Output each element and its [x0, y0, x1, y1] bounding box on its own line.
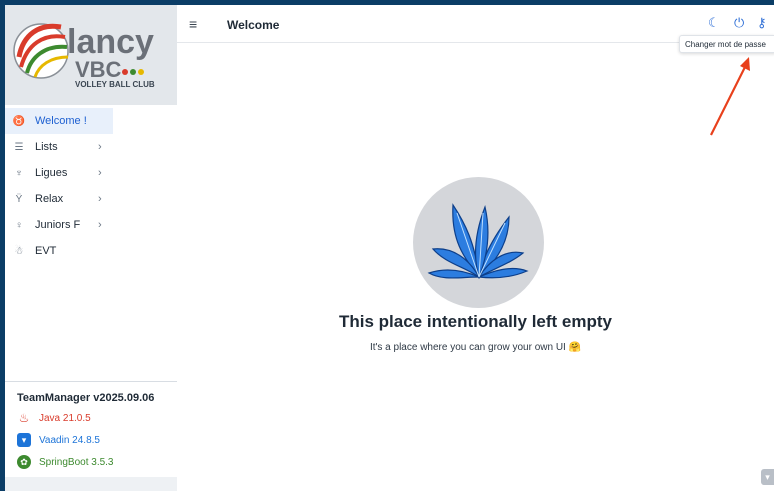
- sidebar: lancy VBC VOLLEY BALL CLUB ♉ Welcome ! ☰…: [5, 5, 177, 491]
- logout-icon[interactable]: ⏻: [734, 15, 744, 31]
- nav-item-label: EVT: [35, 245, 57, 257]
- nav-item-relax[interactable]: Ÿ Relax ›: [5, 186, 177, 212]
- spring-version: ✿ SpringBoot 3.5.3: [17, 455, 114, 469]
- nav-item-label: Relax: [35, 193, 64, 205]
- volleyball-logo-icon: lancy VBC VOLLEY BALL CLUB: [13, 23, 155, 89]
- chevron-right-icon: ›: [98, 141, 102, 153]
- nav-item-lists[interactable]: ☰ Lists ›: [5, 134, 177, 160]
- app-version: TeamManager v2025.09.06: [17, 392, 155, 404]
- nav-item-ligues[interactable]: ♆ Ligues ›: [5, 160, 177, 186]
- nav-item-label: Juniors F: [35, 219, 81, 231]
- nav-item-label: Lists: [35, 141, 58, 153]
- app-window: lancy VBC VOLLEY BALL CLUB ♉ Welcome ! ☰…: [5, 5, 774, 491]
- nav-item-welcome[interactable]: ♉ Welcome !: [5, 108, 113, 134]
- chevron-right-icon: ›: [98, 219, 102, 231]
- vaadin-version: ▾ Vaadin 24.8.5: [17, 433, 100, 447]
- svg-text:VOLLEY BALL CLUB: VOLLEY BALL CLUB: [75, 80, 155, 89]
- chevron-right-icon: ›: [98, 167, 102, 179]
- trophy-icon: ♆: [15, 167, 23, 179]
- chevron-right-icon: ›: [98, 193, 102, 205]
- page-title: Welcome: [227, 18, 280, 32]
- vaadin-icon: ▾: [17, 433, 31, 447]
- cocktail-icon: Ÿ: [15, 193, 23, 205]
- list-icon: ☰: [14, 141, 24, 153]
- nav-item-label: Welcome !: [35, 115, 87, 127]
- menu-toggle-icon[interactable]: ≡: [189, 16, 197, 32]
- svg-text:lancy: lancy: [67, 23, 154, 61]
- plant-illustration: [413, 177, 544, 308]
- person-icon: ☃: [14, 245, 24, 257]
- nav-item-juniors-f[interactable]: ♀ Juniors F ›: [5, 212, 177, 238]
- theme-toggle-icon[interactable]: ☾: [708, 15, 720, 31]
- spring-icon: ✿: [17, 455, 31, 469]
- nav-item-evt[interactable]: ☃ EVT: [5, 238, 177, 264]
- dev-tools-icon[interactable]: ▾: [761, 469, 774, 485]
- svg-text:VBC: VBC: [75, 57, 122, 82]
- nav-item-label: Ligues: [35, 167, 68, 179]
- java-version: ♨ Java 21.0.5: [18, 411, 91, 425]
- java-icon: ♨: [18, 411, 30, 425]
- female-icon: ♀: [15, 219, 23, 231]
- version-info: TeamManager v2025.09.06 ♨ Java 21.0.5 ▾ …: [5, 381, 177, 477]
- cheers-icon: ♉: [12, 115, 26, 127]
- key-icon[interactable]: ⚷: [757, 15, 767, 31]
- empty-state-title: This place intentionally left empty: [339, 312, 612, 331]
- empty-state-subtitle: It's a place where you can grow your own…: [369, 342, 582, 353]
- change-password-tooltip: Changer mot de passe: [679, 35, 774, 53]
- plant-icon: [427, 203, 529, 280]
- club-logo: lancy VBC VOLLEY BALL CLUB: [5, 5, 177, 105]
